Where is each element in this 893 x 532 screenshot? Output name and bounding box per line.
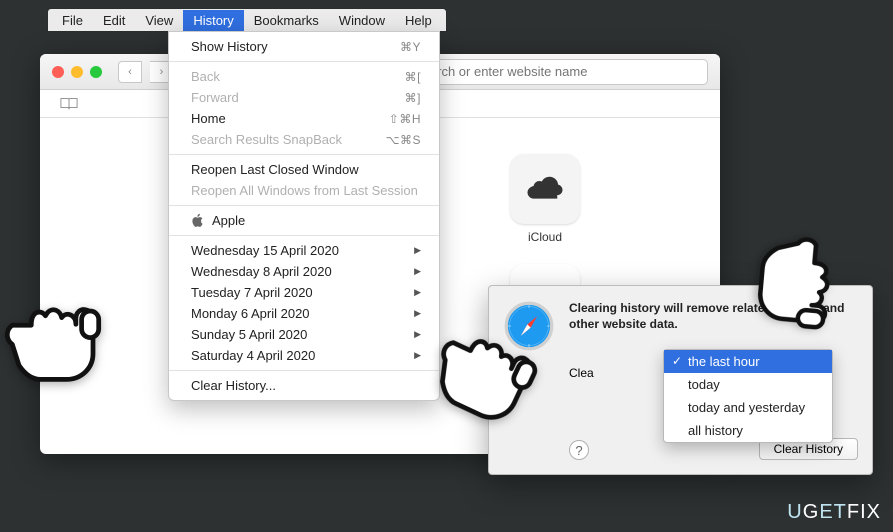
menu-file[interactable]: File — [52, 10, 93, 31]
menu-window[interactable]: Window — [329, 10, 395, 31]
option-today-yesterday[interactable]: today and yesterday — [664, 396, 832, 419]
menu-item-date[interactable]: Wednesday 8 April 2020 — [169, 261, 439, 282]
back-button[interactable]: ‹ — [118, 61, 142, 83]
menu-item-snapback: Search Results SnapBack⌥⌘S — [169, 129, 439, 150]
menu-view[interactable]: View — [135, 10, 183, 31]
favorite-icloud[interactable]: iCloud — [490, 154, 600, 244]
menu-item-home[interactable]: Home⇧⌘H — [169, 108, 439, 129]
menu-item-reopen-all: Reopen All Windows from Last Session — [169, 180, 439, 201]
watermark: UGETFIX — [787, 501, 881, 524]
bookmarks-icon[interactable] — [60, 97, 78, 111]
pointer-hand-icon — [0, 273, 112, 387]
close-window-button[interactable] — [52, 66, 64, 78]
history-dropdown: Show History⌘Y Back⌘[ Forward⌘] Home⇧⌘H … — [168, 31, 440, 401]
menu-item-clear-history[interactable]: Clear History... — [169, 375, 439, 396]
traffic-lights — [52, 66, 102, 78]
pointer-hand-icon — [749, 226, 866, 343]
menu-item-forward: Forward⌘] — [169, 87, 439, 108]
menu-item-date[interactable]: Wednesday 15 April 2020 — [169, 240, 439, 261]
maximize-window-button[interactable] — [90, 66, 102, 78]
option-all-history[interactable]: all history — [664, 419, 832, 442]
option-last-hour[interactable]: the last hour — [664, 350, 832, 373]
menu-bookmarks[interactable]: Bookmarks — [244, 10, 329, 31]
menu-item-date[interactable]: Tuesday 7 April 2020 — [169, 282, 439, 303]
minimize-window-button[interactable] — [71, 66, 83, 78]
menubar: File Edit View History Bookmarks Window … — [48, 9, 446, 31]
menu-item-back: Back⌘[ — [169, 66, 439, 87]
menu-item-date[interactable]: Sunday 5 April 2020 — [169, 324, 439, 345]
menu-item-date[interactable]: Saturday 4 April 2020 — [169, 345, 439, 366]
favorite-label: iCloud — [528, 230, 562, 244]
menu-edit[interactable]: Edit — [93, 10, 135, 31]
option-today[interactable]: today — [664, 373, 832, 396]
clear-range-select[interactable]: the last hour today today and yesterday … — [663, 349, 833, 443]
apple-icon — [191, 213, 204, 228]
menu-item-reopen-last[interactable]: Reopen Last Closed Window — [169, 159, 439, 180]
menu-help[interactable]: Help — [395, 10, 442, 31]
icloud-icon — [524, 168, 566, 210]
menu-item-apple[interactable]: Apple — [169, 210, 439, 231]
menu-item-show-history[interactable]: Show History⌘Y — [169, 36, 439, 57]
help-button[interactable]: ? — [569, 440, 589, 460]
clear-label: Clea — [569, 366, 594, 380]
menu-history[interactable]: History — [183, 10, 243, 31]
menu-item-date[interactable]: Monday 6 April 2020 — [169, 303, 439, 324]
search-input[interactable] — [414, 64, 699, 79]
